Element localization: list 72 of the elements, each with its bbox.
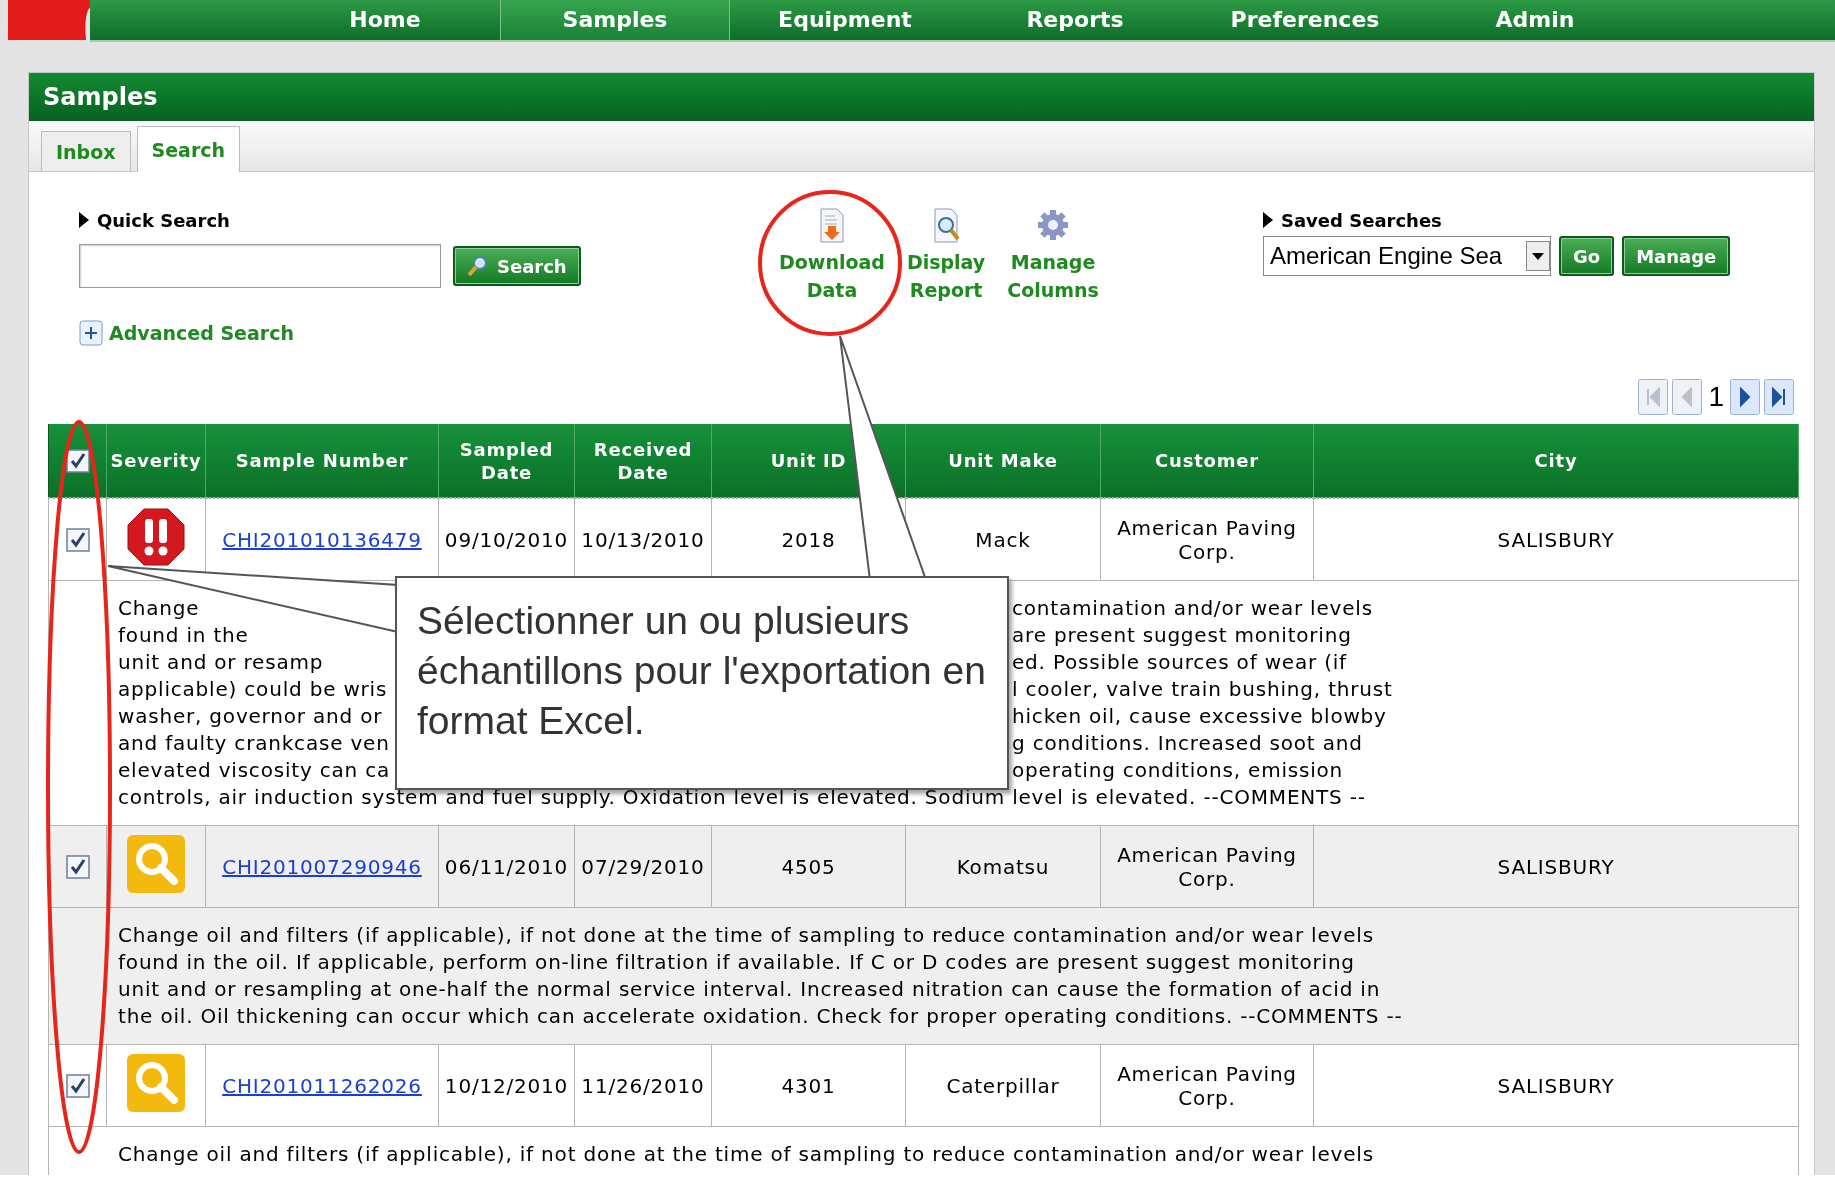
table-cell: Komatsu [905, 825, 1101, 908]
table-cell: American Paving Corp. [1100, 1044, 1314, 1127]
next-page-icon[interactable] [1730, 379, 1760, 415]
comment-text: unit and or resamp [118, 649, 325, 676]
comment-text: hicken oil, cause excessive blowby [1012, 703, 1388, 730]
comment-text: washer, governor and or [118, 703, 384, 730]
advanced-search-link[interactable]: Advanced Search [109, 322, 294, 344]
plus-icon [79, 320, 103, 346]
last-page-icon[interactable] [1764, 379, 1794, 415]
nav-tab[interactable]: Equipment [730, 0, 960, 40]
checkbox[interactable] [65, 855, 90, 880]
comment-text: l cooler, valve train bushing, thrust [1012, 676, 1394, 703]
magnifier-document-icon [931, 208, 962, 244]
panel-title: Samples [29, 73, 1814, 121]
comment-text: the oil. Oil thickening can occur which can accelerate oxidation. Check for proper operating conditions. --COMMENTS -- [118, 1003, 1404, 1030]
nav-tab[interactable]: Home [270, 0, 500, 40]
comment-text: applicable) could be wris [118, 676, 389, 703]
comment-text: Change oil and filters (if applicable), if not done at the time of sampling to reduce contamination and/or wear levels [118, 922, 1375, 949]
callout-text: Sélectionner un ou plusieurs échantillons pour l'exportation en format Excel. [395, 576, 1009, 790]
expand-triangle-icon [79, 212, 89, 228]
column-header[interactable]: Sample Number [205, 424, 439, 498]
comment-text: operating conditions, emission [1012, 757, 1345, 784]
comment-text: Change oil and filters (if applicable), if not done at the time of sampling to reduce contamination and/or wear levels [118, 1141, 1375, 1168]
table-cell: SALISBURY [1313, 1044, 1799, 1127]
comment-text: contamination and/or wear levels [1012, 595, 1374, 622]
table-cell: American Paving Corp. [1100, 498, 1314, 581]
comment-text: found in the oil. If applicable, perform on-line filtration if available. If C or D codes are present suggest monitoring [118, 949, 1356, 976]
action-button[interactable]: Manage [1622, 236, 1731, 276]
table-cell: Caterpillar [905, 1044, 1101, 1127]
table-cell: 07/29/2010 [574, 825, 712, 908]
column-header[interactable]: Sampled Date [438, 424, 575, 498]
table-cell: 4301 [711, 1044, 906, 1127]
page-number: 1 [1707, 381, 1725, 413]
table-cell: 11/26/2010 [574, 1044, 712, 1127]
table-cell: SALISBURY [1313, 825, 1799, 908]
table-cell: 06/11/2010 [438, 825, 575, 908]
column-header[interactable]: Severity [106, 424, 206, 498]
search-button[interactable]: Search [453, 246, 581, 286]
toolbar-button[interactable]: Manage Columns [1003, 208, 1103, 378]
comment-text: unit and or resampling at one-half the normal service interval. Increased nitration can cause the formation of acid in [118, 976, 1382, 1003]
toolbar-button[interactable]: Display Report [902, 208, 990, 378]
action-button[interactable]: Go [1559, 236, 1615, 276]
comment-text: Change [118, 595, 201, 622]
column-header[interactable]: Received Date [574, 424, 712, 498]
comment-text: are present suggest monitoring [1012, 622, 1353, 649]
comment-text: and faulty crankcase ven [118, 730, 391, 757]
checkbox[interactable] [65, 449, 90, 473]
checkbox[interactable] [65, 1074, 90, 1099]
tab[interactable]: Inbox [41, 131, 131, 171]
comment-text: g conditions. Increased soot and [1012, 730, 1364, 757]
column-header[interactable]: City [1313, 424, 1799, 498]
tab[interactable]: Search [136, 126, 241, 172]
nav-tab[interactable]: Preferences [1190, 0, 1420, 40]
table-cell: 4505 [711, 825, 906, 908]
search-field[interactable] [79, 244, 441, 288]
section-label: Saved Searches [1281, 209, 1442, 231]
comment-text: found in the [118, 622, 250, 649]
nav-tab[interactable]: Samples [500, 0, 730, 40]
comment-text: ed. Possible sources of wear (if [1012, 649, 1348, 676]
comment-text: elevated viscosity can ca [118, 757, 392, 784]
table-cell: American Paving Corp. [1100, 825, 1314, 908]
section-label: Quick Search [97, 209, 230, 231]
expand-triangle-icon [1263, 212, 1273, 228]
search-icon [467, 255, 489, 277]
saved-search-select[interactable]: American Engine Sea [1263, 236, 1551, 276]
column-header[interactable]: Customer [1100, 424, 1314, 498]
table-cell: 10/12/2010 [438, 1044, 575, 1127]
table-cell: SALISBURY [1313, 498, 1799, 581]
nav-tab[interactable]: Admin [1420, 0, 1650, 40]
nav-tab[interactable]: Reports [960, 0, 1190, 40]
column-header[interactable]: Unit Make [905, 424, 1101, 498]
checkbox[interactable] [65, 528, 90, 553]
